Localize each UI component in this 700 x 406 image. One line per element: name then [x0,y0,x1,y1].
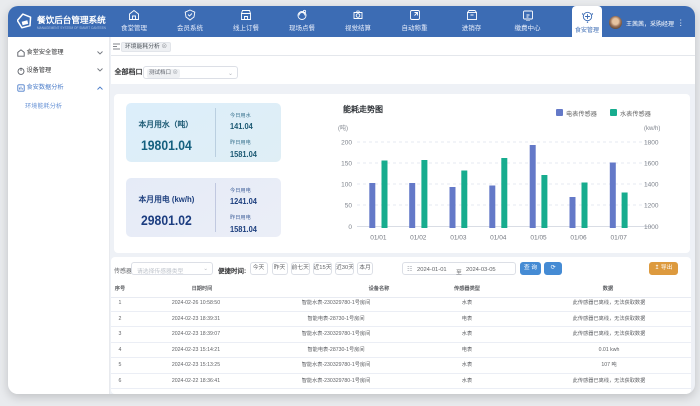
svg-text:100: 100 [341,182,352,189]
svg-text:150: 150 [341,161,352,168]
svg-text:1800: 1800 [644,140,659,147]
svg-text:50: 50 [345,203,353,210]
svg-text:1200: 1200 [644,203,659,210]
svg-text:200: 200 [341,140,352,147]
svg-text:01/06: 01/06 [570,235,587,242]
svg-text:1600: 1600 [644,161,659,168]
svg-text:(kw/h): (kw/h) [644,126,660,132]
svg-text:1000: 1000 [644,224,659,231]
svg-text:01/04: 01/04 [490,235,507,242]
svg-text:01/07: 01/07 [611,235,628,242]
svg-text:0: 0 [348,224,352,231]
svg-text:01/03: 01/03 [450,235,467,242]
svg-text:01/05: 01/05 [530,235,547,242]
svg-text:01/01: 01/01 [370,235,387,242]
svg-text:01/02: 01/02 [410,235,427,242]
svg-text:1400: 1400 [644,182,659,189]
svg-text:(吨): (吨) [338,124,348,132]
